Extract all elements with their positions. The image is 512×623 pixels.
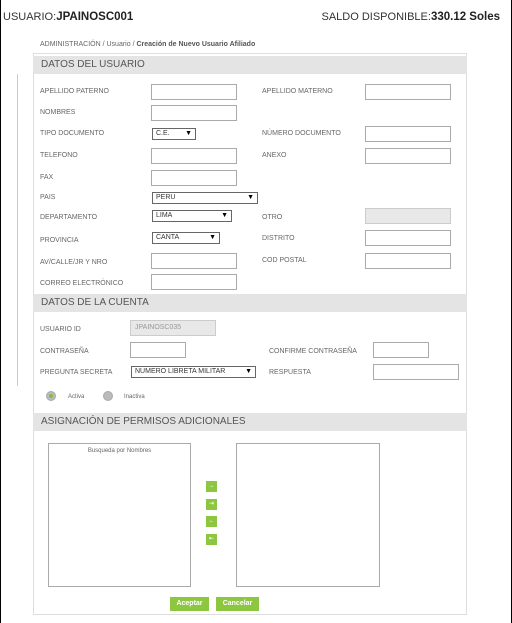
nombres-input[interactable] [151, 105, 237, 121]
dropdown-arrow-icon: ▼ [209, 234, 216, 241]
departamento-value: LIMA [156, 212, 173, 219]
breadcrumb-current: Creación de Nuevo Usuario Afiliado [136, 41, 256, 48]
move-all-left-button[interactable]: ⇤ [206, 534, 217, 545]
pais-value: PERU [156, 194, 176, 201]
confirme-contrasena-label: CONFIRME CONTRASEÑA [269, 348, 357, 355]
distrito-input[interactable] [365, 230, 451, 246]
user-info: USUARIO:JPAINOSC001 [3, 11, 133, 23]
anexo-label: ANEXO [262, 152, 287, 159]
move-right-button[interactable]: → [206, 481, 217, 492]
departamento-select[interactable]: LIMA ▼ [152, 210, 232, 222]
pregunta-secreta-select[interactable]: NUMERO LIBRETA MILITAR ▼ [131, 366, 256, 378]
telefono-input[interactable] [151, 148, 237, 164]
distrito-label: DISTRITO [262, 235, 295, 242]
tipo-documento-value: C.E. [156, 130, 170, 137]
pregunta-secreta-value: NUMERO LIBRETA MILITAR [135, 368, 226, 375]
respuesta-input[interactable] [373, 364, 459, 380]
correo-label: CORREO ELECTRÓNICO [40, 280, 124, 287]
correo-input[interactable] [151, 274, 237, 290]
breadcrumb-path: ADMINISTRACIÓN / Usuario / [40, 41, 137, 48]
pregunta-secreta-label: PREGUNTA SECRETA [40, 369, 113, 376]
otro-label: OTRO [262, 214, 283, 221]
usuario-id-label: USUARIO ID [40, 326, 81, 333]
fax-input[interactable] [151, 170, 237, 186]
dropdown-arrow-icon: ▼ [245, 368, 252, 375]
balance-value: 330.12 Soles [430, 11, 500, 23]
pais-label: PAIS [40, 194, 56, 201]
cod-postal-input[interactable] [365, 253, 451, 269]
contrasena-label: CONTRASEÑA [40, 348, 89, 355]
provincia-value: CANTA [156, 234, 180, 241]
apellido-materno-label: APELLIDO MATERNO [262, 88, 333, 95]
apellido-paterno-label: APELLIDO PATERNO [40, 88, 109, 95]
permissions-section-header: ASIGNACIÓN DE PERMISOS ADICIONALES [33, 413, 467, 431]
telefono-label: TELEFONO [40, 152, 78, 159]
user-section-header: DATOS DEL USUARIO [33, 56, 467, 74]
inactiva-radio[interactable] [103, 391, 113, 401]
anexo-input[interactable] [365, 148, 451, 164]
assigned-permissions-list[interactable] [236, 443, 380, 587]
top-bar: USUARIO:JPAINOSC001 SALDO DISPONIBLE:330… [0, 0, 512, 26]
user-label: USUARIO: [3, 11, 57, 23]
activa-label: Activa [68, 394, 85, 400]
inactiva-label: Inactiva [124, 394, 145, 400]
user-value: JPAINOSC001 [56, 11, 134, 23]
move-all-right-button[interactable]: ⇥ [206, 499, 217, 510]
balance-info: SALDO DISPONIBLE:330.12 Soles [322, 11, 501, 23]
confirme-contrasena-input[interactable] [373, 342, 429, 358]
apellido-paterno-input[interactable] [151, 84, 237, 100]
cancel-button[interactable]: Cancelar [216, 597, 259, 611]
direccion-input[interactable] [151, 253, 237, 269]
accept-button[interactable]: Aceptar [170, 597, 209, 611]
numero-documento-label: NÚMERO DOCUMENTO [262, 130, 341, 137]
apellido-materno-input[interactable] [365, 84, 451, 100]
departamento-label: DEPARTAMENTO [40, 214, 98, 221]
dropdown-arrow-icon: ▼ [247, 194, 254, 201]
contrasena-input[interactable] [130, 342, 186, 358]
nombres-label: NOMBRES [40, 109, 76, 116]
provincia-label: PROVINCIA [40, 237, 79, 244]
dropdown-arrow-icon: ▼ [185, 130, 192, 137]
search-by-name-label: Busqueda por Nombres [87, 448, 152, 454]
otro-input[interactable] [365, 208, 451, 224]
cod-postal-label: COD POSTAL [262, 257, 307, 264]
balance-label: SALDO DISPONIBLE: [321, 11, 431, 23]
pais-select[interactable]: PERU ▼ [152, 192, 258, 204]
tipo-documento-label: TIPO DOCUMENTO [40, 130, 105, 137]
respuesta-label: RESPUESTA [269, 369, 311, 376]
move-left-button[interactable]: ← [206, 516, 217, 527]
numero-documento-input[interactable] [365, 126, 451, 142]
provincia-select[interactable]: CANTA ▼ [152, 232, 220, 244]
activa-radio[interactable] [46, 391, 56, 401]
tipo-documento-select[interactable]: C.E. ▼ [152, 128, 196, 140]
breadcrumb: ADMINISTRACIÓN / Usuario / Creación de N… [40, 41, 255, 48]
available-permissions-list[interactable]: Busqueda por Nombres [48, 443, 191, 587]
account-section-header: DATOS DE LA CUENTA [33, 294, 467, 312]
fax-label: FAX [40, 174, 54, 181]
direccion-label: AV/CALLE/JR Y NRO [40, 259, 108, 266]
dropdown-arrow-icon: ▼ [221, 212, 228, 219]
divider-line [17, 74, 18, 386]
usuario-id-input[interactable]: JPAINOSC035 [130, 320, 216, 336]
